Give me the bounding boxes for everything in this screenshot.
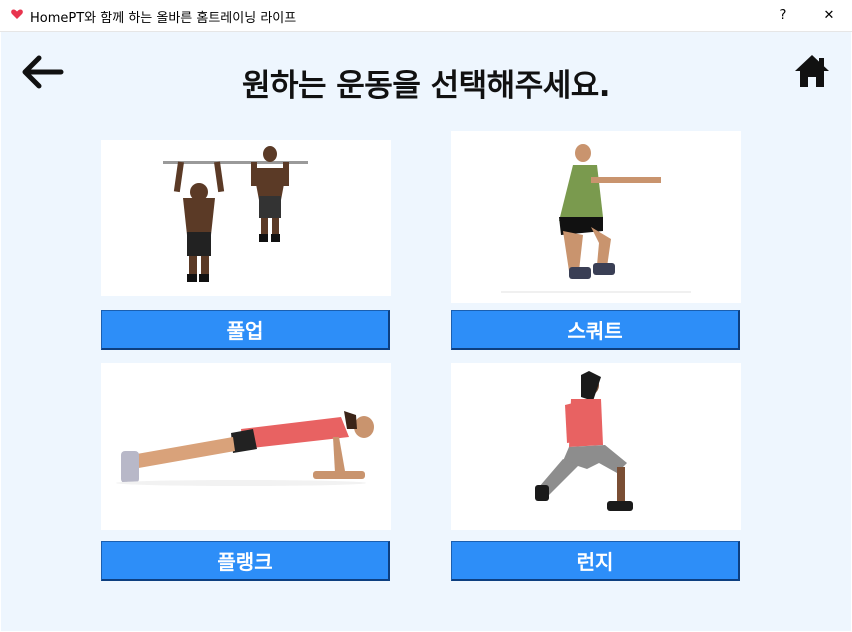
home-icon — [795, 55, 829, 87]
lunge-image[interactable] — [451, 363, 741, 530]
plank-illustration — [116, 411, 374, 486]
heart-icon — [11, 9, 23, 19]
main-panel: 원하는 운동을 선택해주세요. 풀업 스쿼트 플랭크 런지 — [1, 32, 851, 631]
home-button[interactable] — [791, 50, 833, 92]
squat-image[interactable] — [451, 131, 741, 303]
pullup-button[interactable]: 풀업 — [101, 310, 390, 350]
lunge-button[interactable]: 런지 — [451, 541, 740, 581]
plank-image[interactable] — [101, 363, 391, 530]
window-title: HomePT와 함께 하는 올바른 홈트레이닝 라이프 — [30, 11, 297, 26]
squat-button[interactable]: 스쿼트 — [451, 310, 740, 350]
lunge-illustration — [535, 371, 633, 511]
pullup-image[interactable] — [101, 140, 391, 296]
close-button[interactable]: ✕ — [806, 0, 852, 31]
squat-illustration — [501, 144, 691, 293]
pullup-illustration — [163, 146, 308, 282]
page-title: 원하는 운동을 선택해주세요. — [241, 68, 611, 104]
plank-button[interactable]: 플랭크 — [101, 541, 390, 581]
help-button[interactable]: ? — [760, 0, 806, 31]
window-titlebar: HomePT와 함께 하는 올바른 홈트레이닝 라이프 ? ✕ — [0, 0, 852, 32]
